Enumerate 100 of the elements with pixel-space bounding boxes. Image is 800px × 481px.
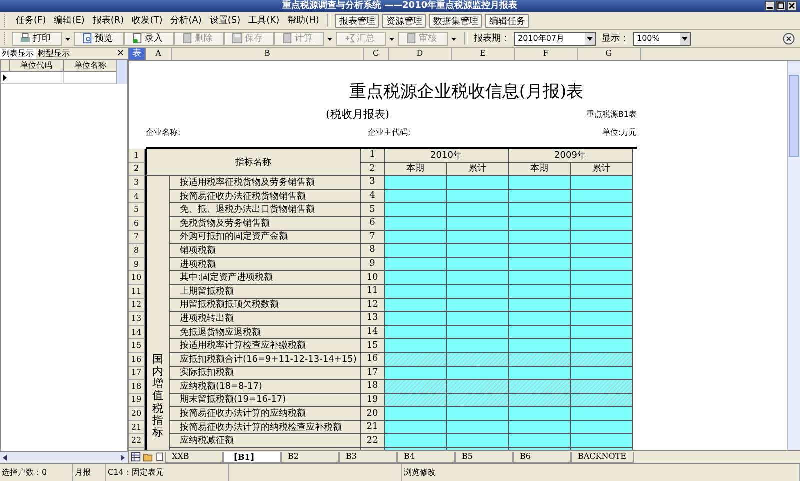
input-cell[interactable] [447,244,509,258]
column-header[interactable]: C [364,48,389,60]
sheet-tab[interactable]: 【B1】 [223,452,281,462]
input-cell[interactable] [571,326,633,340]
input-cell[interactable] [509,258,571,272]
input-cell[interactable] [385,366,447,380]
menu-button[interactable]: 资源管理 [382,14,426,28]
row-header[interactable]: 5 [129,203,145,217]
column-header[interactable]: A [146,48,172,60]
column-header[interactable]: B [172,48,364,60]
input-cell[interactable] [509,284,571,299]
input-cell[interactable] [571,230,633,244]
menu-item[interactable]: 报表(R) [88,14,128,28]
input-cell[interactable] [447,339,509,353]
input-cell[interactable] [571,339,633,353]
toolbar-button[interactable]: 预览 [74,32,124,46]
input-cell[interactable] [385,352,447,366]
column-header[interactable]: E [452,48,515,60]
close-icon[interactable] [787,1,797,11]
row-header[interactable]: 17 [129,366,145,380]
row-header[interactable]: 12 [129,298,145,312]
row-header[interactable]: 7 [129,230,145,244]
input-cell[interactable] [571,190,633,204]
input-cell[interactable] [509,326,571,340]
input-cell[interactable] [385,284,447,299]
input-cell[interactable] [509,298,571,312]
input-cell[interactable] [447,352,509,366]
input-cell[interactable] [509,190,571,204]
sheet-tab[interactable]: B3 [339,452,397,462]
input-cell[interactable] [509,203,571,217]
menu-item[interactable]: 设置(S) [206,14,245,28]
sheet-icon[interactable] [131,452,141,462]
row-header[interactable]: 11 [129,284,145,299]
input-cell[interactable] [385,244,447,258]
input-cell[interactable] [385,394,447,408]
input-cell[interactable] [571,298,633,312]
menu-item[interactable]: 任务(F) [12,14,50,28]
input-cell[interactable] [385,326,447,340]
input-cell[interactable] [571,420,633,434]
folder-icon[interactable] [143,452,153,462]
input-cell[interactable] [385,420,447,434]
input-cell[interactable] [385,380,447,394]
input-cell[interactable] [571,312,633,326]
toolbar-button[interactable]: 录入 [124,32,174,46]
panel-tab[interactable]: 树型显示 [36,48,72,59]
menu-item[interactable]: 工具(K) [244,14,284,28]
scrollbar[interactable] [116,60,127,84]
input-cell[interactable] [447,420,509,434]
input-cell[interactable] [509,434,571,448]
menu-item[interactable]: 收发(T) [128,14,167,28]
sheet-tab[interactable]: B2 [281,452,339,462]
input-cell[interactable] [385,203,447,217]
input-cell[interactable] [447,366,509,380]
input-cell[interactable] [385,434,447,448]
row-header[interactable]: 14 [129,326,145,340]
input-cell[interactable] [385,298,447,312]
row-header[interactable]: 4 [129,190,145,204]
input-cell[interactable] [571,258,633,272]
input-cell[interactable] [385,216,447,231]
input-cell[interactable] [509,407,571,421]
input-cell[interactable] [571,284,633,299]
sheet-corner-button[interactable]: 表 [129,48,146,60]
input-cell[interactable] [385,176,447,190]
page-icon[interactable] [155,452,165,462]
row-header[interactable]: 2 [129,162,145,176]
input-cell[interactable] [385,339,447,353]
row-header[interactable]: 13 [129,312,145,326]
scrollbar[interactable] [787,61,800,450]
input-cell[interactable] [447,176,509,190]
toolbar-button[interactable]: 打印 [12,32,62,46]
menu-button[interactable]: 数据集管理 [429,14,482,28]
input-cell[interactable] [447,258,509,272]
row-header[interactable]: 9 [129,258,145,272]
input-cell[interactable] [385,258,447,272]
input-cell[interactable] [509,420,571,434]
scroll-left-icon[interactable] [2,454,8,462]
input-cell[interactable] [509,394,571,408]
sheet-tab[interactable]: B4 [397,452,455,462]
input-cell[interactable] [447,230,509,244]
column-header[interactable]: F [515,48,578,60]
row-header[interactable]: 10 [129,271,145,285]
row-header[interactable]: 15 [129,339,145,353]
input-cell[interactable] [447,203,509,217]
input-cell[interactable] [447,284,509,299]
input-cell[interactable] [385,407,447,421]
input-cell[interactable] [447,216,509,231]
input-cell[interactable] [571,203,633,217]
row-header[interactable]: 16 [129,352,145,366]
sheet-tab[interactable]: B6 [513,452,571,462]
input-cell[interactable] [447,434,509,448]
panel-tab[interactable]: 列表显示 [0,48,36,59]
row-header[interactable]: 20 [129,407,145,421]
input-cell[interactable] [509,176,571,190]
input-cell[interactable] [509,339,571,353]
column-header[interactable]: D [389,48,452,60]
row-header[interactable]: 21 [129,420,145,434]
maximize-icon[interactable] [776,1,786,11]
input-cell[interactable] [509,216,571,231]
close-icon[interactable] [783,32,795,44]
input-cell[interactable] [447,298,509,312]
